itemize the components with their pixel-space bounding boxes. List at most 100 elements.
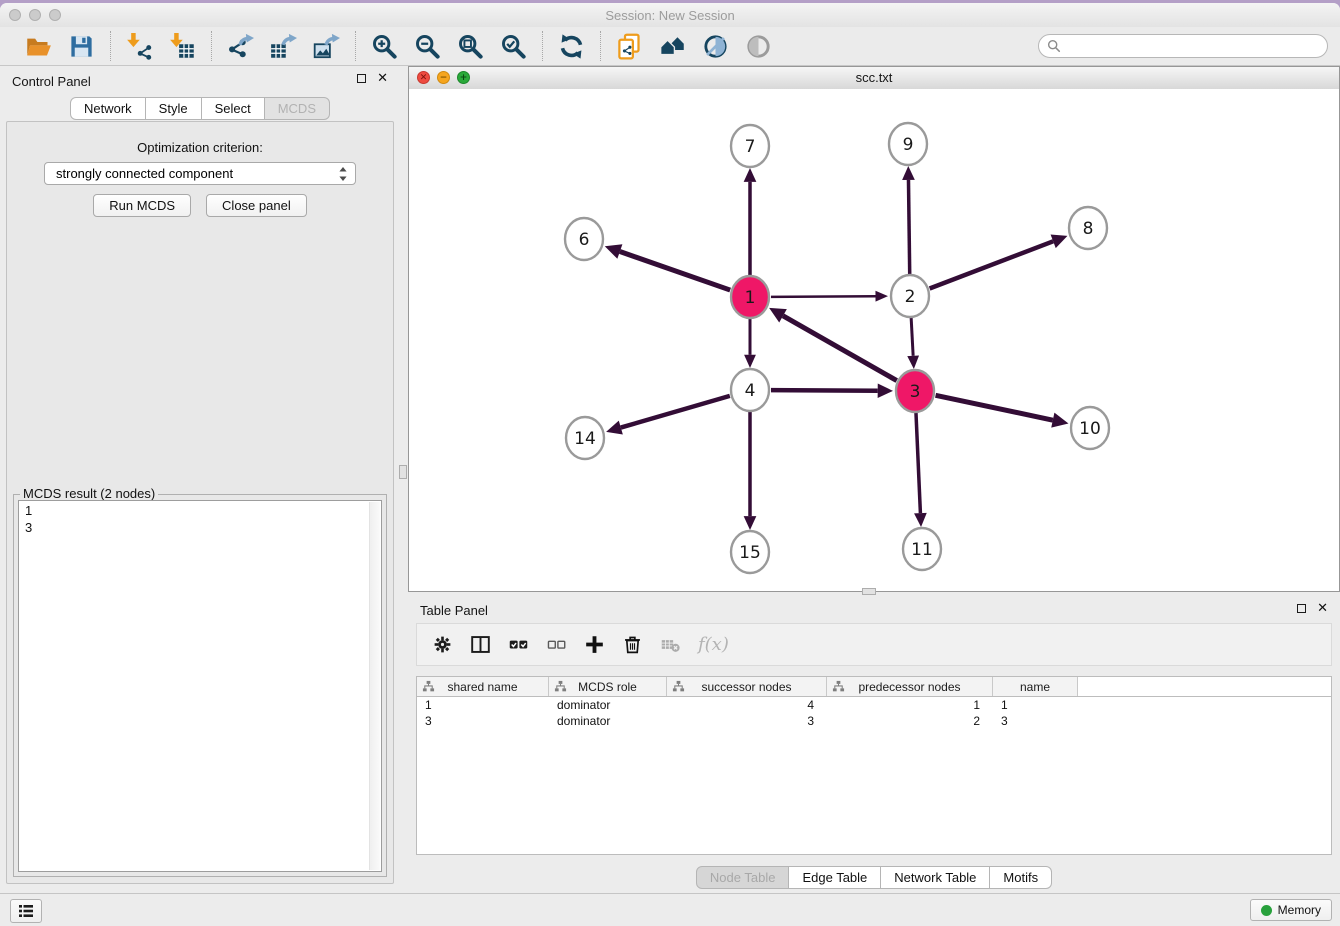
mcds-result-text: 1 3 — [19, 501, 381, 537]
run-mcds-button[interactable]: Run MCDS — [93, 194, 191, 217]
graph-node-label-4: 4 — [745, 381, 756, 401]
tab-select[interactable]: Select — [202, 97, 265, 120]
toolbar-group — [111, 33, 211, 60]
table-cell[interactable]: 1 — [993, 697, 1078, 713]
window-title: Session: New Session — [0, 8, 1340, 23]
graph-node-label-6: 6 — [579, 230, 590, 250]
graph-edge-3-11[interactable] — [916, 412, 920, 513]
toolbar-group — [356, 33, 542, 60]
float-table-panel-icon[interactable] — [1297, 604, 1306, 613]
network-view-window: ✕ − + scc.txt 7968124314101511 — [408, 66, 1340, 592]
tab-network-table[interactable]: Network Table — [881, 866, 990, 889]
mcds-result-group: MCDS result (2 nodes) 1 3 — [13, 494, 387, 877]
function-builder-icon: f(x) — [698, 634, 719, 655]
column-header-shared-name[interactable]: shared name — [417, 677, 549, 696]
import-table-icon[interactable] — [169, 33, 196, 60]
graph-node-label-3: 3 — [910, 382, 921, 402]
table-body: 1dominator4113dominator323 — [417, 697, 1331, 729]
close-panel-button[interactable]: Close panel — [206, 194, 307, 217]
table-cell[interactable]: 1 — [417, 697, 549, 713]
column-header-name[interactable]: name — [993, 677, 1078, 696]
close-table-panel-icon[interactable]: ✕ — [1317, 603, 1328, 614]
network-canvas[interactable]: 7968124314101511 — [409, 89, 1339, 591]
graph-edge-4-3[interactable] — [771, 390, 878, 391]
graph-edge-arrow-4-14 — [606, 421, 623, 435]
column-header-mcds-role[interactable]: MCDS role — [549, 677, 667, 696]
graph-edge-3-10[interactable] — [936, 395, 1053, 420]
select-all-columns-icon[interactable] — [508, 634, 529, 655]
node-table: shared nameMCDS rolesuccessor nodesprede… — [416, 676, 1332, 855]
delete-column-icon[interactable] — [622, 634, 643, 655]
column-header-predecessor-nodes[interactable]: predecessor nodes — [827, 677, 993, 696]
tab-edge-table[interactable]: Edge Table — [789, 866, 881, 889]
graph-edge-2-8[interactable] — [930, 241, 1054, 288]
zoom-fit-icon[interactable] — [457, 33, 484, 60]
column-header-successor-nodes[interactable]: successor nodes — [667, 677, 827, 696]
table-cell[interactable]: dominator — [549, 697, 667, 713]
table-cell[interactable]: 3 — [667, 713, 827, 729]
network-minimize-button[interactable]: − — [437, 71, 450, 84]
table-row[interactable]: 3dominator323 — [417, 713, 1331, 729]
search-input[interactable] — [1038, 34, 1328, 58]
control-panel: Control Panel ✕ NetworkStyleSelectMCDS O… — [0, 66, 400, 894]
table-row[interactable]: 1dominator411 — [417, 697, 1331, 713]
graph-node-label-10: 10 — [1079, 419, 1101, 439]
table-cell[interactable]: 4 — [667, 697, 827, 713]
column-model-icon — [554, 680, 567, 693]
criterion-select[interactable]: strongly connected component — [44, 162, 356, 185]
table-settings-icon[interactable] — [432, 634, 453, 655]
import-network-icon[interactable] — [126, 33, 153, 60]
add-column-icon[interactable] — [584, 634, 605, 655]
zoom-selected-icon[interactable] — [500, 33, 527, 60]
table-cell[interactable]: 3 — [993, 713, 1078, 729]
tab-network[interactable]: Network — [70, 97, 146, 120]
task-history-button[interactable] — [10, 899, 42, 923]
graph-edge-1-2[interactable] — [771, 296, 876, 297]
network-close-button[interactable]: ✕ — [417, 71, 430, 84]
network-window-titlebar[interactable]: ✕ − + scc.txt — [409, 67, 1339, 90]
network-maximize-button[interactable]: + — [457, 71, 470, 84]
export-network-icon[interactable] — [227, 33, 254, 60]
horizontal-splitter-grip[interactable] — [862, 588, 876, 595]
mcds-result-title: MCDS result (2 nodes) — [20, 486, 158, 501]
graph-edge-2-3[interactable] — [911, 317, 913, 356]
mcds-result-box[interactable]: 1 3 — [18, 500, 382, 872]
graphics-details-icon[interactable] — [702, 33, 729, 60]
graph-edge-arrow-1-2 — [875, 291, 888, 302]
memory-button[interactable]: Memory — [1250, 899, 1332, 921]
graph-edge-4-14[interactable] — [621, 396, 730, 428]
status-bar: Memory — [0, 893, 1340, 926]
toggle-panel-icon[interactable] — [470, 634, 491, 655]
export-table-icon[interactable] — [270, 33, 297, 60]
graph-edge-3-1[interactable] — [783, 316, 897, 381]
criterion-value: strongly connected component — [56, 166, 233, 181]
tab-motifs[interactable]: Motifs — [990, 866, 1052, 889]
graph-edge-arrow-4-3 — [878, 384, 893, 398]
table-cell[interactable]: 3 — [417, 713, 549, 729]
apply-layout-icon[interactable] — [558, 33, 585, 60]
toolbar-group — [543, 33, 600, 60]
export-image-icon[interactable] — [313, 33, 340, 60]
table-cell[interactable]: 2 — [827, 713, 993, 729]
result-scrollbar[interactable] — [369, 502, 380, 870]
duplicate-network-icon[interactable] — [616, 33, 643, 60]
graph-edge-2-9[interactable] — [908, 180, 909, 275]
tab-mcds[interactable]: MCDS — [265, 97, 330, 120]
tab-style[interactable]: Style — [146, 97, 202, 120]
table-cell[interactable]: 1 — [827, 697, 993, 713]
graph-node-label-8: 8 — [1083, 219, 1094, 239]
zoom-out-icon[interactable] — [414, 33, 441, 60]
graph-node-label-2: 2 — [905, 287, 916, 307]
toolbar-group — [212, 33, 355, 60]
close-panel-icon[interactable]: ✕ — [377, 73, 388, 84]
table-cell[interactable]: dominator — [549, 713, 667, 729]
open-file-icon[interactable] — [25, 33, 52, 60]
tab-node-table[interactable]: Node Table — [696, 866, 790, 889]
save-session-icon[interactable] — [68, 33, 95, 60]
float-panel-icon[interactable] — [357, 74, 366, 83]
first-neighbors-icon[interactable] — [659, 33, 686, 60]
vertical-splitter-grip[interactable] — [399, 465, 407, 479]
deselect-all-columns-icon[interactable] — [546, 634, 567, 655]
zoom-in-icon[interactable] — [371, 33, 398, 60]
graph-edge-1-6[interactable] — [620, 252, 730, 291]
